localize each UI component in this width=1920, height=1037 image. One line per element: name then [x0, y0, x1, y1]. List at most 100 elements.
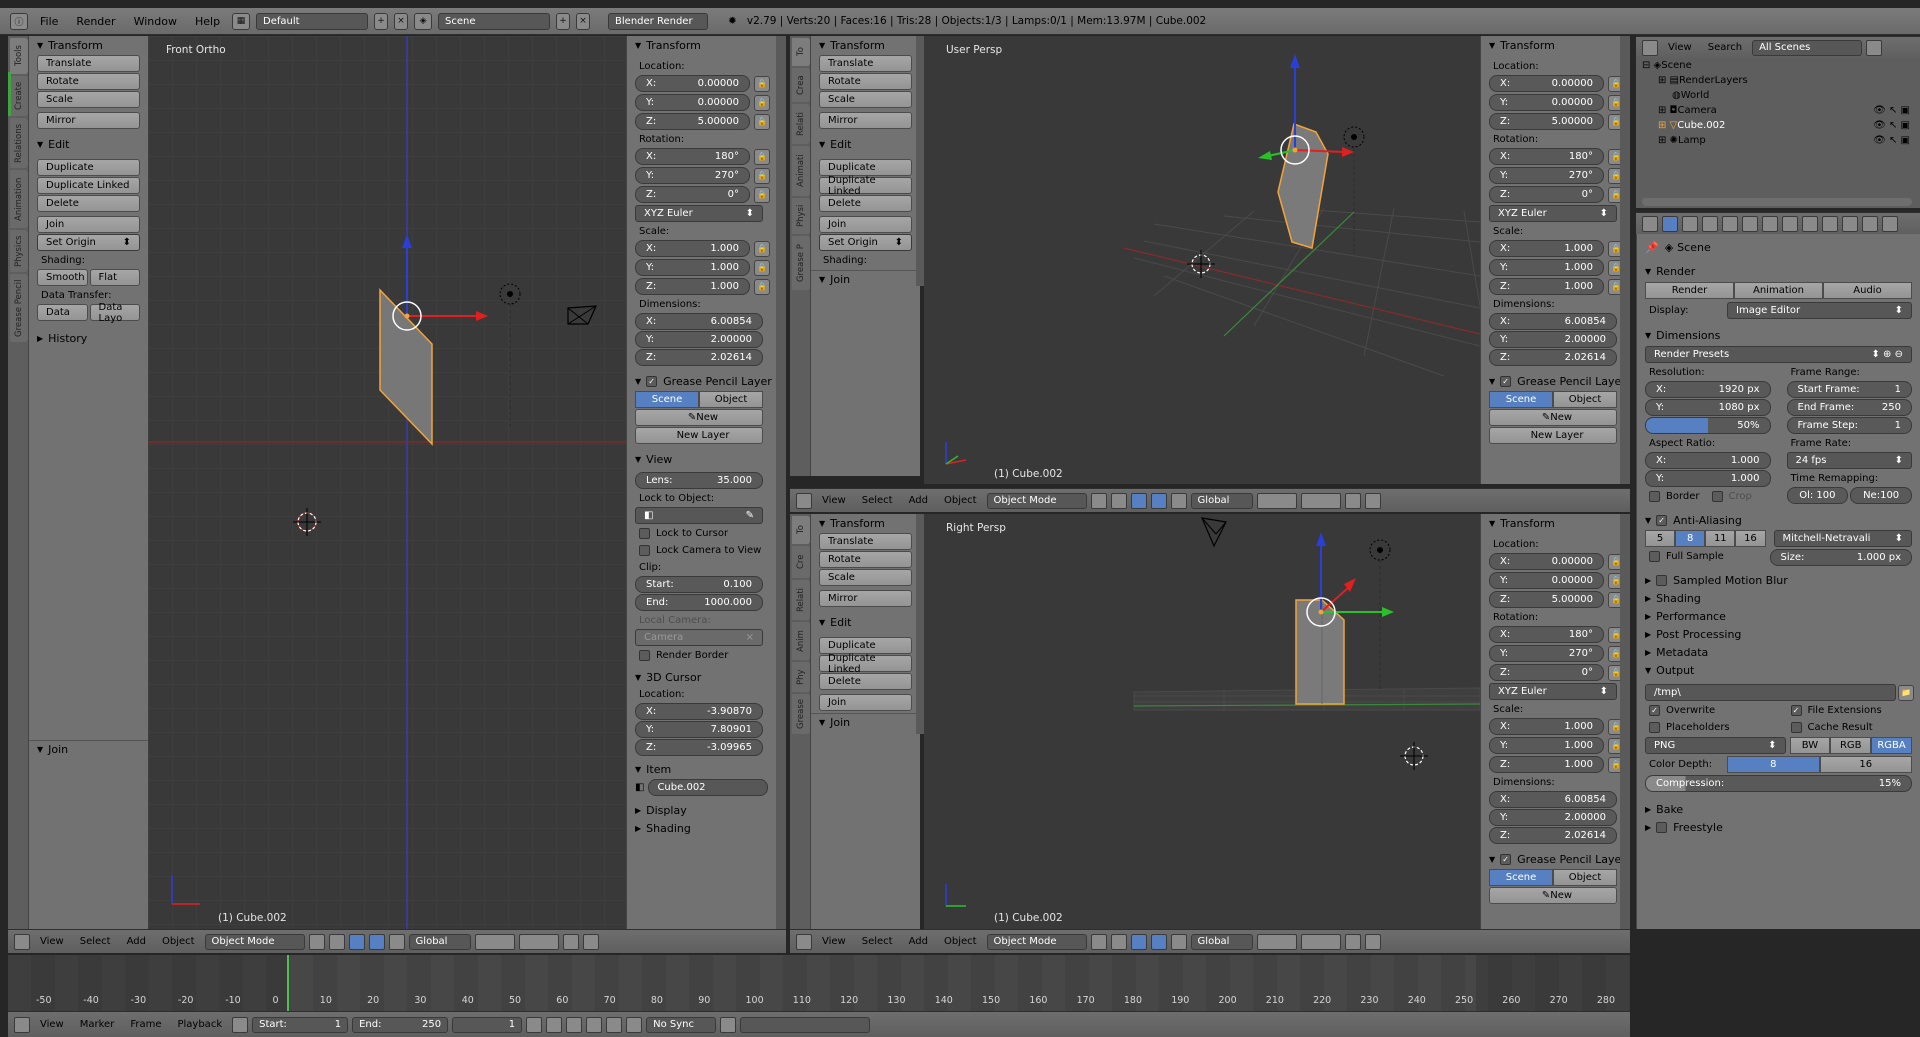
scrollbar[interactable]: [1620, 514, 1630, 929]
render-presets-dropdown[interactable]: Render Presets ⬍ ⊕ ⊖: [1645, 346, 1912, 363]
display-dropdown[interactable]: Image Editor ⬍: [1727, 302, 1912, 319]
folder-icon[interactable]: 📁: [1898, 684, 1914, 701]
menu-help[interactable]: Help: [189, 15, 226, 28]
tab-tools[interactable]: To: [792, 516, 810, 544]
output-section-header[interactable]: ▼ Output: [1637, 661, 1920, 679]
world-tab-icon[interactable]: [1722, 215, 1738, 232]
outliner-filter-select[interactable]: All Scenes: [1752, 39, 1863, 56]
lock-object-field[interactable]: ◧ ✎: [635, 507, 763, 524]
rotation-y-field[interactable]: Y: 270°: [635, 167, 750, 184]
orientation-select[interactable]: Global: [1190, 933, 1253, 950]
grease-pencil-header[interactable]: ▼ ✓ Grease Pencil Layer: [1481, 372, 1630, 390]
start-frame-field[interactable]: Start Frame: 1: [1786, 381, 1912, 398]
scene-tab-icon[interactable]: [1702, 215, 1718, 232]
bw-toggle[interactable]: BW: [1789, 737, 1831, 754]
menu-select[interactable]: Select: [74, 936, 117, 947]
cursor-x-field[interactable]: X: -3.90870: [635, 703, 763, 720]
clip-start-field[interactable]: Start: 0.100: [635, 576, 763, 593]
add-scene-icon[interactable]: +: [556, 12, 571, 30]
data-tab-icon[interactable]: [1802, 215, 1818, 232]
set-origin-dropdown[interactable]: Set Origin ⬍: [37, 234, 140, 251]
file-extensions-checkbox[interactable]: ✓ File Extensions: [1779, 702, 1920, 719]
pivot-icon[interactable]: [1110, 933, 1127, 950]
menu-add[interactable]: Add: [121, 936, 152, 947]
menu-add[interactable]: Add: [903, 495, 934, 506]
menu-object[interactable]: Object: [938, 495, 983, 506]
next-keyframe-icon[interactable]: [606, 1016, 623, 1033]
object-mode-select[interactable]: Object Mode: [986, 492, 1087, 509]
scale-button[interactable]: Scale: [819, 569, 912, 586]
audio-button[interactable]: Audio: [1823, 282, 1912, 299]
render-button[interactable]: Render: [1645, 282, 1734, 299]
viewport-right-persp[interactable]: Right Persp (1) Cube.002: [924, 514, 1480, 929]
history-section-header[interactable]: ▶ History: [29, 329, 148, 347]
menu-object[interactable]: Object: [156, 936, 201, 947]
animation-button[interactable]: Animation: [1734, 282, 1823, 299]
aa-samples-11[interactable]: 11: [1705, 530, 1736, 547]
editor-type-icon[interactable]: [14, 933, 30, 950]
scrollbar[interactable]: [916, 514, 924, 734]
duplicate-button[interactable]: Duplicate: [819, 159, 912, 176]
tab-animation[interactable]: Animation: [10, 170, 28, 228]
current-frame-indicator[interactable]: [287, 955, 289, 1011]
location-z-field[interactable]: Z: 5.00000: [1489, 591, 1604, 608]
cursor-z-field[interactable]: Z: -3.09965: [635, 739, 763, 756]
placeholders-checkbox[interactable]: Placeholders: [1637, 719, 1779, 736]
overwrite-checkbox[interactable]: ✓ Overwrite: [1637, 702, 1779, 719]
tab-grease-pencil[interactable]: Grease Pencil: [10, 274, 28, 342]
grease-pencil-header[interactable]: ▼ ✓ Grease Pencil Layer: [1481, 850, 1630, 868]
texture-tab-icon[interactable]: [1842, 215, 1858, 232]
location-x-field[interactable]: X: 0.00000: [1489, 553, 1604, 570]
pin-icon[interactable]: 📌: [1645, 241, 1659, 254]
outliner-row-renderlayers[interactable]: ⊞ ▤ RenderLayers: [1636, 73, 1920, 88]
cursor-y-field[interactable]: Y: 7.80901: [635, 721, 763, 738]
menu-object[interactable]: Object: [938, 936, 983, 947]
object-mode-select[interactable]: Object Mode: [986, 933, 1087, 950]
outliner-menu-search[interactable]: Search: [1702, 42, 1748, 53]
dimension-z-field[interactable]: Z: 2.02614: [1489, 349, 1617, 366]
color-depth-16[interactable]: 16: [1819, 756, 1912, 773]
grease-new-button[interactable]: ✎ New: [1489, 887, 1617, 904]
transform-section-header[interactable]: ▼ Transform: [811, 514, 920, 532]
record-icon[interactable]: [232, 1016, 249, 1033]
join-operator-panel[interactable]: ▼ Join: [29, 740, 148, 758]
remove-layout-icon[interactable]: ×: [394, 12, 409, 30]
clip-end-field[interactable]: End: 1000.000: [635, 594, 763, 611]
delete-button[interactable]: Delete: [819, 673, 912, 690]
shading-panel-header[interactable]: ▶ Shading: [627, 819, 776, 837]
shading-mode-icon[interactable]: [1090, 933, 1107, 950]
manipulator-icon[interactable]: [1130, 933, 1147, 950]
remove-scene-icon[interactable]: ×: [576, 12, 591, 30]
tab-grease-pencil[interactable]: Grease P: [792, 236, 810, 290]
scrollbar[interactable]: [916, 36, 924, 286]
set-origin-dropdown[interactable]: Set Origin ⬍: [819, 234, 912, 251]
editor-type-info-icon[interactable]: ⓘ: [10, 12, 28, 30]
play-reverse-icon[interactable]: [566, 1016, 583, 1033]
tab-create[interactable]: Create: [10, 76, 28, 116]
tab-physics[interactable]: Physics: [10, 230, 28, 272]
location-z-field[interactable]: Z: 5.00000: [1489, 113, 1604, 130]
post-processing-section-header[interactable]: ▶ Post Processing: [1637, 625, 1920, 643]
layers-icon[interactable]: [1300, 492, 1341, 509]
duplicate-button[interactable]: Duplicate: [819, 637, 912, 654]
sync-mode-select[interactable]: No Sync: [646, 1016, 717, 1033]
translate-button[interactable]: Translate: [819, 55, 912, 72]
location-x-field[interactable]: X: 0.00000: [635, 75, 750, 92]
render-icon[interactable]: [1364, 492, 1381, 509]
cache-result-checkbox[interactable]: Cache Result: [1779, 719, 1920, 736]
render-tab-icon[interactable]: [1662, 215, 1678, 232]
grease-object-toggle[interactable]: Object: [1553, 869, 1617, 886]
delete-button[interactable]: Delete: [37, 195, 140, 212]
rotation-mode-dropdown[interactable]: XYZ Euler ⬍: [1489, 205, 1617, 222]
rotation-y-field[interactable]: Y: 270°: [1489, 167, 1604, 184]
dimension-y-field[interactable]: Y: 2.00000: [1489, 809, 1617, 826]
transform-panel-header[interactable]: ▼ Transform: [1481, 514, 1630, 532]
current-frame-field[interactable]: 1: [452, 1016, 523, 1033]
rotate-button[interactable]: Rotate: [37, 73, 140, 90]
join-button[interactable]: Join: [819, 694, 912, 711]
scale-x-field[interactable]: X: 1.000: [1489, 718, 1604, 735]
join-operator-panel[interactable]: ▼ Join: [811, 270, 920, 288]
timeline-menu-frame[interactable]: Frame: [124, 1019, 167, 1030]
grease-new-button[interactable]: ✎ New: [635, 409, 763, 426]
rotation-mode-dropdown[interactable]: XYZ Euler ⬍: [635, 205, 763, 222]
